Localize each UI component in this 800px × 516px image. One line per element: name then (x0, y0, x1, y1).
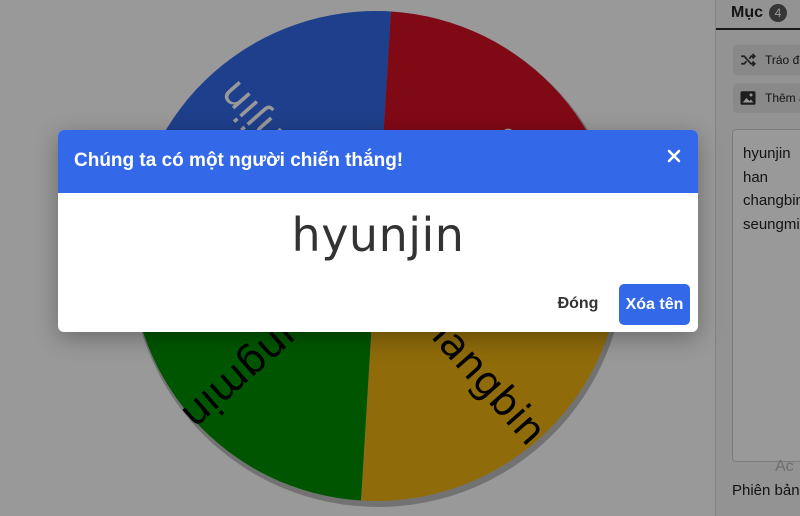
close-button[interactable]: Đóng (548, 286, 608, 322)
remove-name-button[interactable]: Xóa tên (619, 284, 690, 325)
close-icon[interactable] (662, 144, 686, 168)
winner-dialog: Chúng ta có một người chiến thắng! hyunj… (58, 130, 698, 332)
app-root: seungminhyunjinhanchangbin Mục 4 Tráo đ … (0, 0, 800, 516)
dialog-header: Chúng ta có một người chiến thắng! (58, 130, 698, 193)
winner-name: hyunjin (291, 208, 465, 262)
dialog-title: Chúng ta có một người chiến thắng! (74, 150, 404, 171)
